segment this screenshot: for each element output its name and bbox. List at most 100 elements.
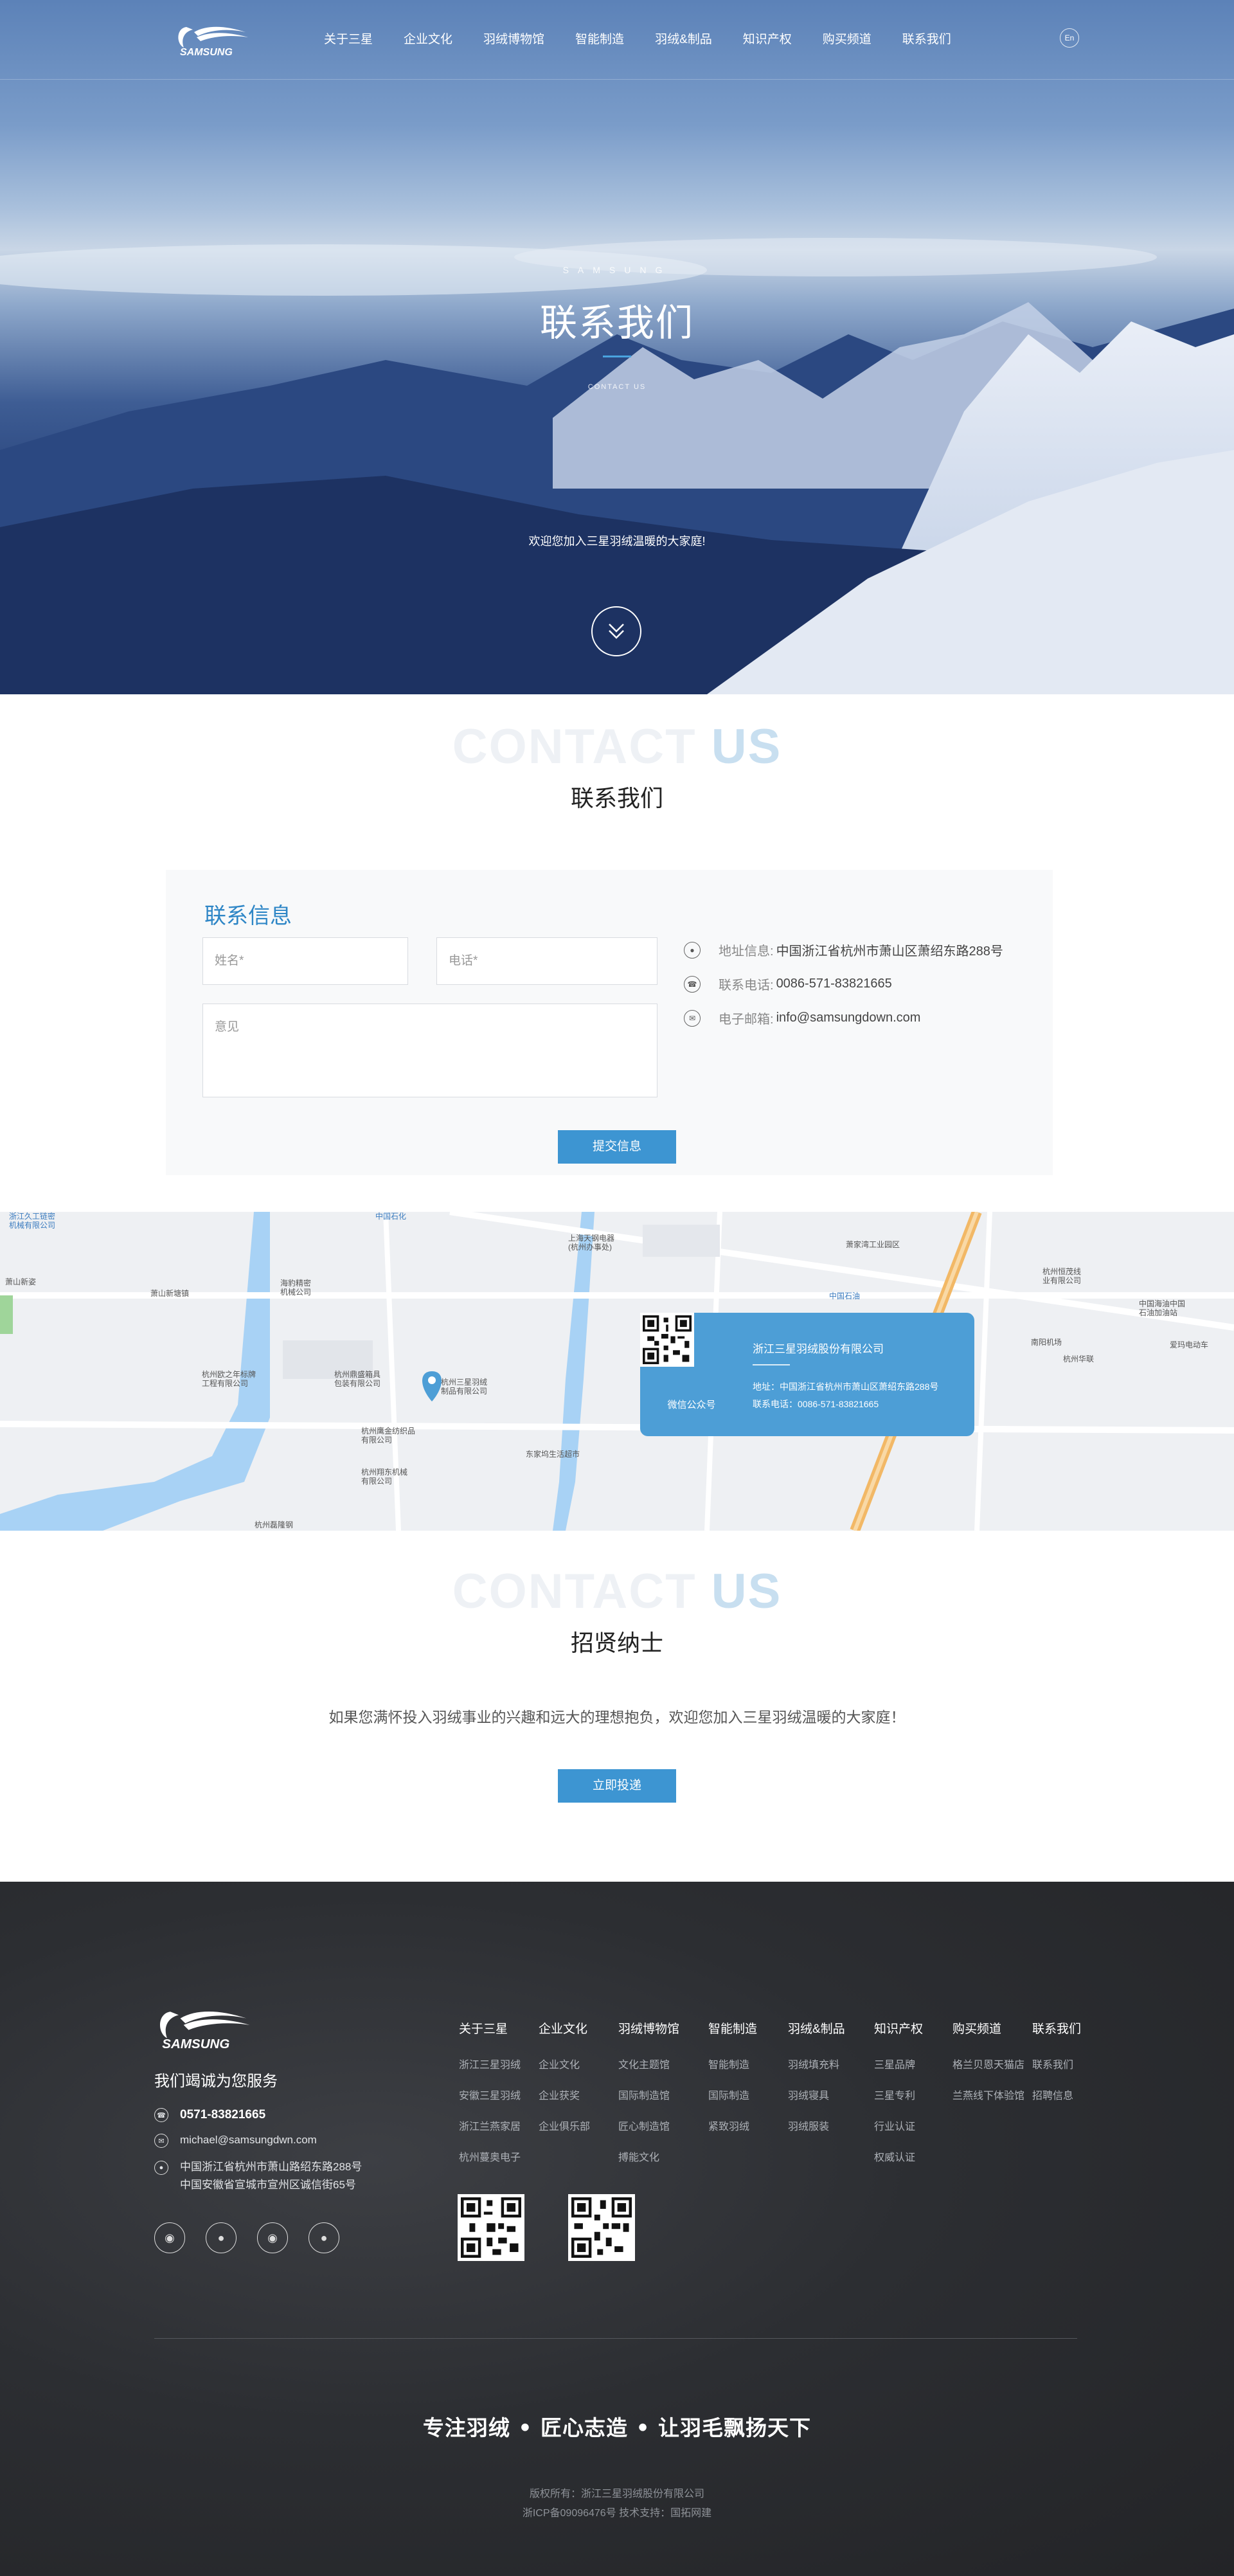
footer-link[interactable]: 羽绒服装 bbox=[788, 2118, 874, 2133]
nav-item-products[interactable]: 羽绒&制品 bbox=[639, 30, 728, 47]
footer-link[interactable]: 文化主题馆 bbox=[618, 2056, 708, 2071]
map-poi[interactable]: 杭州恒茂线 业有限公司 bbox=[1042, 1267, 1081, 1285]
map-poi[interactable]: 浙江久工链密 机械有限公司 bbox=[9, 1212, 55, 1230]
page-title: 联系我们 bbox=[539, 301, 694, 345]
footer-link[interactable]: 国际制造 bbox=[708, 2087, 788, 2102]
weibo-icon[interactable]: ◉ bbox=[257, 2222, 288, 2253]
footer-link[interactable]: 智能制造 bbox=[708, 2056, 788, 2071]
footer-col-title[interactable]: 关于三星 bbox=[459, 2019, 539, 2037]
name-input[interactable]: 姓名* bbox=[202, 937, 408, 985]
map-poi[interactable]: 萧山新塘镇 bbox=[150, 1289, 189, 1298]
location-map[interactable]: 浙江久工链密 机械有限公司 萧山新姿 中国石化 上海天钢电器 (杭州办事处) 萧山新… bbox=[0, 1212, 1234, 1531]
map-poi[interactable]: 杭州磊隆钢 bbox=[255, 1520, 293, 1529]
nav-item-manufacturing[interactable]: 智能制造 bbox=[560, 30, 639, 47]
nav-item-museum[interactable]: 羽绒博物馆 bbox=[468, 30, 560, 47]
map-poi[interactable]: 杭州翔东机械 有限公司 bbox=[361, 1468, 407, 1486]
footer-link[interactable]: 浙江三星羽绒 bbox=[459, 2056, 539, 2071]
map-poi[interactable]: 杭州欧之年标牌 工程有限公司 bbox=[202, 1370, 256, 1388]
map-poi[interactable]: 上海天钢电器 (杭州办事处) bbox=[568, 1234, 614, 1252]
footer-link[interactable]: 兰燕线下体验馆 bbox=[952, 2087, 1032, 2102]
map-poi[interactable]: 萧山新姿 bbox=[5, 1277, 36, 1286]
icp-text: 浙ICP备09096476号 技术支持：国拓网建 bbox=[522, 2508, 712, 2519]
footer-link[interactable]: 浙江兰燕家居 bbox=[459, 2118, 539, 2133]
footer-col-title[interactable]: 智能制造 bbox=[708, 2019, 788, 2037]
email-icon: ✉ bbox=[684, 1009, 701, 1027]
section-en-title: CONTACT US bbox=[452, 1564, 782, 1619]
nav-item-contact[interactable]: 联系我们 bbox=[887, 30, 967, 47]
footer-slogan: 我们竭诚为您服务 bbox=[154, 2072, 278, 2090]
footer-link[interactable]: 格兰贝恩天猫店 bbox=[952, 2056, 1032, 2071]
map-poi[interactable]: 爱玛电动车 bbox=[1170, 1340, 1208, 1349]
footer-link[interactable]: 行业认证 bbox=[874, 2118, 952, 2133]
nav-item-shop[interactable]: 购买频道 bbox=[807, 30, 887, 47]
footer-link[interactable]: 匠心制造馆 bbox=[618, 2118, 708, 2133]
footer-address: ● 中国浙江省杭州市萧山路绍东路288号 中国安徽省宣城市宣州区诚信街65号 bbox=[154, 2161, 362, 2194]
footer-col-contact: 联系我们 联系我们 招聘信息 bbox=[1032, 2019, 1084, 2179]
map-poi[interactable]: 杭州鼎盛箱具 包装有限公司 bbox=[334, 1370, 380, 1388]
map-poi[interactable]: 海豹精密 机械公司 bbox=[280, 1279, 311, 1297]
footer-phone: ☎ 0571-83821665 bbox=[154, 2108, 265, 2122]
footer-link[interactable]: 企业获奖 bbox=[539, 2087, 618, 2102]
submit-button[interactable]: 提交信息 bbox=[558, 1130, 676, 1164]
nav-item-ip[interactable]: 知识产权 bbox=[728, 30, 807, 47]
samsung-logo[interactable]: SAMSUNG bbox=[175, 22, 256, 58]
map-info-card: 微信公众号 浙江三星羽绒股份有限公司 地址：中国浙江省杭州市萧山区萧绍东路288… bbox=[640, 1313, 974, 1436]
nav-item-culture[interactable]: 企业文化 bbox=[388, 30, 468, 47]
scroll-down-button[interactable] bbox=[591, 606, 641, 656]
map-poi[interactable]: 东家坞生活超市 bbox=[526, 1450, 580, 1459]
language-switch-button[interactable]: En bbox=[1060, 28, 1079, 48]
map-poi[interactable]: 南阳机场 bbox=[1031, 1338, 1062, 1347]
footer-link[interactable]: 联系我们 bbox=[1032, 2056, 1084, 2071]
weibo-icon[interactable]: ◉ bbox=[154, 2222, 185, 2253]
wechat-icon[interactable]: ● bbox=[206, 2222, 237, 2253]
svg-text:SAMSUNG: SAMSUNG bbox=[162, 2037, 229, 2051]
footer-link[interactable]: 羽绒填充料 bbox=[788, 2056, 874, 2071]
footer-link[interactable]: 招聘信息 bbox=[1032, 2087, 1084, 2102]
footer-motto: 专注羽绒 • 匠心志造 • 让羽毛飘扬天下 bbox=[422, 2415, 812, 2440]
footer-col-title[interactable]: 羽绒&制品 bbox=[788, 2019, 874, 2037]
map-roads bbox=[0, 1212, 1234, 1531]
location-pin-icon: ● bbox=[154, 2161, 168, 2175]
map-poi[interactable]: 杭州华联 bbox=[1063, 1355, 1094, 1364]
footer-col-title[interactable]: 知识产权 bbox=[874, 2019, 952, 2037]
map-poi[interactable]: 中国石油 bbox=[829, 1292, 860, 1301]
footer-link[interactable]: 国际制造馆 bbox=[618, 2087, 708, 2102]
footer-col-title[interactable]: 羽绒博物馆 bbox=[618, 2019, 708, 2037]
form-title: 联系信息 bbox=[204, 903, 292, 929]
nav-item-about[interactable]: 关于三星 bbox=[308, 30, 388, 47]
map-poi[interactable]: 杭州三星羽绒 制品有限公司 bbox=[441, 1378, 487, 1396]
map-poi[interactable]: 杭州鹰金纺织品 有限公司 bbox=[361, 1427, 415, 1445]
footer-link[interactable]: 搏能文化 bbox=[618, 2148, 708, 2164]
footer-link[interactable]: 杭州蔓奥电子 bbox=[459, 2148, 539, 2164]
footer-col-title[interactable]: 购买频道 bbox=[952, 2019, 1032, 2037]
double-chevron-down-icon bbox=[609, 624, 624, 639]
footer-link[interactable]: 羽绒寝具 bbox=[788, 2087, 874, 2102]
footer-col-title[interactable]: 联系我们 bbox=[1032, 2019, 1084, 2037]
footer-link[interactable]: 三星专利 bbox=[874, 2087, 952, 2102]
footer-link[interactable]: 权威认证 bbox=[874, 2148, 952, 2164]
footer-link[interactable]: 紧致羽绒 bbox=[708, 2118, 788, 2133]
social-links: ◉ ● ◉ ● bbox=[154, 2222, 339, 2253]
hero-en-label: SAMSUNG bbox=[562, 265, 672, 275]
map-company-phone: 联系电话：0086-571-83821665 bbox=[753, 1399, 879, 1409]
footer-nav-columns: 关于三星 浙江三星羽绒 安徽三星羽绒 浙江兰燕家居 杭州蔓奥电子 企业文化 企业… bbox=[459, 2019, 1084, 2179]
phone-input[interactable]: 电话* bbox=[436, 937, 657, 985]
qr-caption: 微信公众号 bbox=[667, 1400, 716, 1410]
footer-link[interactable]: 企业俱乐部 bbox=[539, 2118, 618, 2133]
footer-col-culture: 企业文化 企业文化 企业获奖 企业俱乐部 bbox=[539, 2019, 618, 2179]
footer-col-title[interactable]: 企业文化 bbox=[539, 2019, 618, 2037]
footer-link[interactable]: 三星品牌 bbox=[874, 2056, 952, 2071]
footer-link[interactable]: 企业文化 bbox=[539, 2056, 618, 2071]
apply-now-button[interactable]: 立即投递 bbox=[558, 1769, 676, 1803]
map-poi[interactable]: 中国海油中国 石油加油站 bbox=[1139, 1299, 1185, 1317]
recruit-section-header: CONTACT US 招贤纳士 bbox=[0, 1563, 1234, 1658]
wechat-icon[interactable]: ● bbox=[308, 2222, 339, 2253]
map-poi[interactable]: 中国石化 bbox=[375, 1212, 406, 1221]
svg-text:SAMSUNG: SAMSUNG bbox=[180, 47, 233, 58]
samsung-logo[interactable]: SAMSUNG bbox=[154, 2005, 261, 2051]
top-navigation-bar: SAMSUNG 关于三星 企业文化 羽绒博物馆 智能制造 羽绒&制品 知识产权 … bbox=[0, 0, 1234, 80]
title-underline bbox=[603, 356, 631, 357]
message-textarea[interactable]: 意见 bbox=[202, 1004, 657, 1097]
footer-link[interactable]: 安徽三星羽绒 bbox=[459, 2087, 539, 2102]
map-poi[interactable]: 萧家湾工业园区 bbox=[846, 1240, 900, 1249]
